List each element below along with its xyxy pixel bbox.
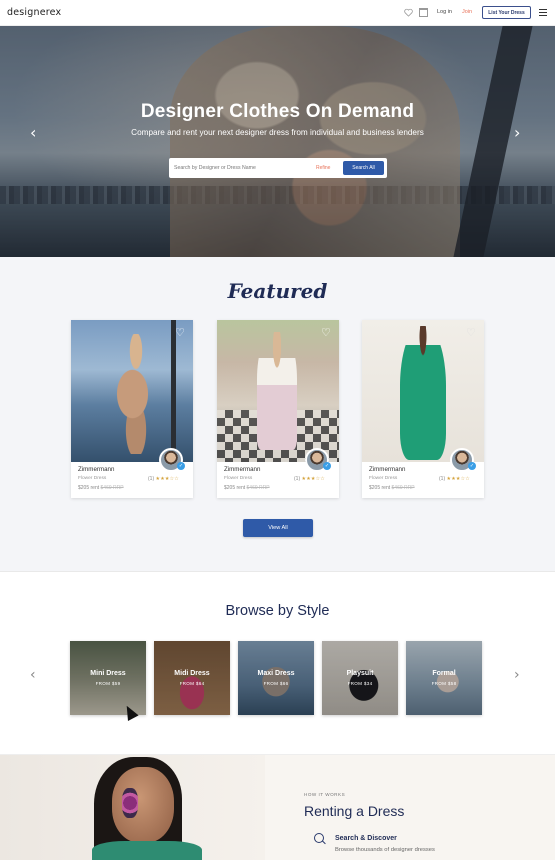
hero-overlay	[0, 26, 555, 257]
how-it-works-kicker: HOW IT WORKS	[304, 792, 346, 797]
product-photo[interactable]	[362, 320, 484, 462]
rent-price: $205 rent	[224, 485, 246, 491]
product-card[interactable]: ♡ ✓ Zimmermann Flower Dress (1) ★★★☆☆ $2…	[362, 320, 484, 498]
product-brand: Zimmermann	[369, 466, 406, 473]
style-from-price: FROM $34	[347, 681, 373, 686]
rent-price: $205 rent	[78, 485, 100, 491]
hero-prev-arrow-icon[interactable]: ‹	[30, 123, 36, 142]
hero-next-arrow-icon[interactable]: ›	[514, 123, 520, 142]
style-tile-formal[interactable]: Formal FROM $58	[406, 641, 482, 715]
product-type: Flower Dress	[78, 476, 107, 481]
browse-by-style-section: Browse by Style ‹ › Mini Dress FROM $59 …	[0, 571, 555, 754]
search-icon	[314, 833, 324, 843]
menu-icon[interactable]	[539, 9, 547, 16]
rent-price: $205 rent	[369, 485, 391, 491]
heart-icon[interactable]	[404, 8, 413, 17]
review-count: (1)	[439, 476, 446, 482]
bag-icon[interactable]	[419, 8, 428, 17]
hero-banner: Designer Clothes On Demand Compare and r…	[0, 26, 555, 257]
style-name: Playsuit	[346, 670, 374, 677]
product-brand: Zimmermann	[78, 466, 115, 473]
how-it-works-title: Renting a Dress	[304, 803, 405, 819]
favorite-heart-icon[interactable]: ♡	[175, 327, 187, 339]
style-name: Midi Dress	[174, 670, 210, 677]
featured-section: Featured ♡ ✓ Zimmermann Flower Dress (1)…	[0, 257, 555, 571]
rrp-price: $469 RRP	[100, 485, 124, 491]
product-brand: Zimmermann	[224, 466, 261, 473]
review-count: (1)	[148, 476, 155, 482]
star-rating-icon: ★★★☆☆	[446, 476, 470, 482]
product-type: Flower Dress	[224, 476, 253, 481]
featured-title: Featured	[227, 279, 328, 303]
product-photo[interactable]	[217, 320, 339, 462]
product-type: Flower Dress	[369, 476, 398, 481]
list-your-dress-button[interactable]: List Your Dress	[482, 6, 531, 19]
refine-link[interactable]: Refine	[316, 165, 330, 171]
verified-check-icon: ✓	[323, 462, 331, 470]
login-link[interactable]: Log in	[437, 9, 452, 15]
logo[interactable]: designerex	[7, 7, 61, 18]
style-name: Formal	[432, 670, 456, 677]
step-title: Search & Discover	[335, 835, 397, 842]
style-name: Maxi Dress	[257, 670, 295, 677]
product-rating: (1) ★★★☆☆	[148, 476, 179, 482]
favorite-heart-icon[interactable]: ♡	[321, 327, 333, 339]
product-price: $205 rent $469 RRP	[224, 485, 270, 491]
verified-check-icon: ✓	[468, 462, 476, 470]
product-price: $205 rent $469 RRP	[369, 485, 415, 491]
product-rating: (1) ★★★☆☆	[439, 476, 470, 482]
hero-search-box: Refine Search All	[169, 158, 387, 178]
step-description: Browse thousands of designer dresses	[335, 847, 435, 853]
product-card[interactable]: ♡ ✓ Zimmermann Flower Dress (1) ★★★☆☆ $2…	[217, 320, 339, 498]
style-from-price: FROM $58	[431, 681, 457, 686]
browse-prev-arrow-icon[interactable]: ‹	[30, 667, 36, 683]
browse-next-arrow-icon[interactable]: ›	[514, 667, 520, 683]
search-input[interactable]	[174, 161, 304, 175]
search-all-button[interactable]: Search All	[343, 161, 384, 175]
product-rating: (1) ★★★☆☆	[294, 476, 325, 482]
style-from-price: FROM $66	[263, 681, 289, 686]
style-tile-mini-dress[interactable]: Mini Dress FROM $59	[70, 641, 146, 715]
star-rating-icon: ★★★☆☆	[155, 476, 179, 482]
product-photo[interactable]	[71, 320, 193, 462]
how-it-works-section: HOW IT WORKS Renting a Dress Search & Di…	[0, 754, 555, 860]
product-card[interactable]: ♡ ✓ Zimmermann Flower Dress (1) ★★★☆☆ $2…	[71, 320, 193, 498]
style-tile-playsuit[interactable]: Playsuit FROM $34	[322, 641, 398, 715]
verified-check-icon: ✓	[177, 462, 185, 470]
style-name: Mini Dress	[90, 670, 126, 677]
favorite-heart-icon[interactable]: ♡	[466, 327, 478, 339]
style-tile-maxi-dress[interactable]: Maxi Dress FROM $66	[238, 641, 314, 715]
top-nav-bar: designerex Log in Join List Your Dress	[0, 0, 555, 26]
review-count: (1)	[294, 476, 301, 482]
hero-subtitle: Compare and rent your next designer dres…	[131, 128, 424, 137]
style-from-price: FROM $64	[179, 681, 205, 686]
how-it-works-photo	[0, 755, 265, 860]
view-all-button[interactable]: View All	[243, 519, 313, 537]
style-tile-midi-dress[interactable]: Midi Dress FROM $64	[154, 641, 230, 715]
rrp-price: $469 RRP	[246, 485, 270, 491]
join-link[interactable]: Join	[462, 9, 472, 15]
rrp-price: $469 RRP	[391, 485, 415, 491]
product-price: $205 rent $469 RRP	[78, 485, 124, 491]
hero-title: Designer Clothes On Demand	[140, 101, 415, 122]
star-rating-icon: ★★★☆☆	[301, 476, 325, 482]
browse-title: Browse by Style	[225, 603, 330, 619]
style-from-price: FROM $59	[95, 681, 121, 686]
